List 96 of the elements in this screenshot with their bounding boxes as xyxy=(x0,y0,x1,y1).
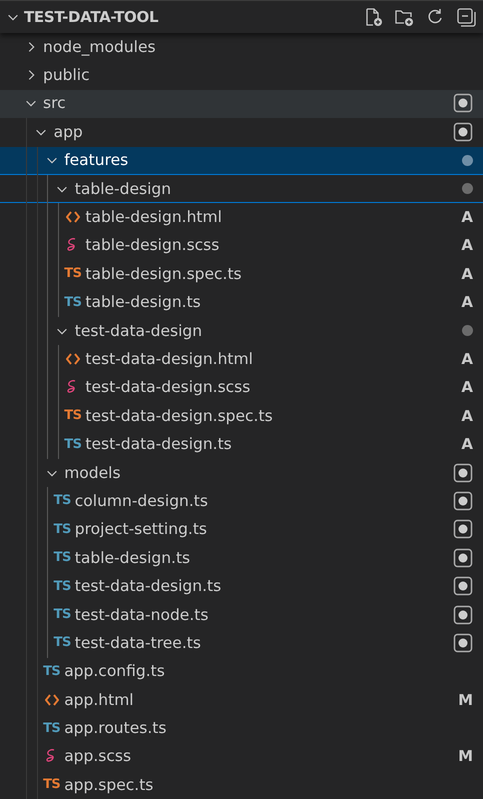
refresh-icon xyxy=(426,8,444,26)
modified-indicator-icon xyxy=(453,490,473,511)
file-name: table-design.ts xyxy=(85,293,202,312)
ts-icon: TS xyxy=(54,493,71,508)
file-name: test-data-design.scss xyxy=(85,378,252,396)
file-name: test-data-node.ts xyxy=(74,606,210,624)
file-name: table-design.spec.ts xyxy=(85,264,243,283)
project-title: TEST-DATA-TOOL xyxy=(24,8,160,26)
file-name: app.html xyxy=(64,690,135,709)
file-row[interactable]: TS test-data-tree.ts xyxy=(0,629,483,658)
file-name: test-data-tree.ts xyxy=(74,634,202,652)
modified-indicator-icon xyxy=(453,632,473,653)
file-name: test-data-design.ts xyxy=(85,435,233,454)
file-row[interactable]: TS test-data-design.ts xyxy=(0,572,483,601)
file-row[interactable]: table-design.scss A xyxy=(0,232,483,260)
modified-indicator-icon xyxy=(453,122,473,142)
ts-spec-icon: TS xyxy=(64,266,82,282)
collapse-all-icon xyxy=(456,7,476,27)
file-row[interactable]: app.scss M xyxy=(0,742,483,772)
file-name: table-design.ts xyxy=(74,548,192,567)
folder-name: features xyxy=(64,151,130,170)
folder-row[interactable]: models xyxy=(0,458,483,488)
git-status: A xyxy=(461,236,473,254)
ts-icon: TS xyxy=(54,522,71,537)
modified-indicator-icon xyxy=(453,548,473,568)
folder-name: public xyxy=(43,66,91,84)
ts-icon: TS xyxy=(54,607,71,622)
ts-icon: TS xyxy=(64,294,82,310)
file-name: table-design.scss xyxy=(85,236,220,254)
modified-indicator-icon xyxy=(453,93,473,114)
ts-icon: TS xyxy=(64,436,82,452)
git-status: M xyxy=(458,690,473,709)
file-row[interactable]: table-design.html A xyxy=(0,203,483,232)
git-status: A xyxy=(461,264,473,283)
file-row[interactable]: TS table-design.ts A xyxy=(0,288,483,317)
ts-spec-icon: TS xyxy=(43,777,60,792)
ts-icon: TS xyxy=(54,635,71,650)
file-name: test-data-design.html xyxy=(85,350,254,368)
folder-name: app xyxy=(54,122,84,141)
file-row[interactable]: TS project-setting.ts xyxy=(0,516,483,544)
file-row[interactable]: test-data-design.html A xyxy=(0,345,483,374)
file-name: project-setting.ts xyxy=(74,520,208,538)
code-brackets-icon xyxy=(66,352,80,365)
file-name: test-data-design.ts xyxy=(74,577,222,596)
git-status: A xyxy=(461,293,473,312)
folder-row[interactable]: features xyxy=(0,146,483,175)
file-row[interactable]: TS table-design.ts xyxy=(0,544,483,572)
folder-row[interactable]: table-design xyxy=(0,174,483,204)
modified-indicator-icon xyxy=(453,604,473,624)
folder-row[interactable]: node_modules xyxy=(0,33,483,62)
folder-row[interactable]: public xyxy=(0,61,483,90)
git-status: A xyxy=(461,378,473,396)
git-status: A xyxy=(461,406,473,425)
ts-icon: TS xyxy=(43,720,60,736)
file-row[interactable]: TS test-data-design.ts A xyxy=(0,430,483,459)
file-row[interactable]: TS test-data-design.spec.ts A xyxy=(0,402,483,430)
folder-name: src xyxy=(43,94,67,112)
dot-icon xyxy=(462,183,473,194)
file-name: table-design.html xyxy=(85,208,223,226)
modified-indicator-icon xyxy=(453,519,473,540)
folder-row[interactable]: app xyxy=(0,118,483,147)
ts-spec-icon: TS xyxy=(64,408,82,424)
code-brackets-icon xyxy=(66,211,80,224)
folder-name: node_modules xyxy=(43,38,157,56)
folder-row[interactable]: src xyxy=(0,90,483,118)
file-row[interactable]: test-data-design.scss A xyxy=(0,374,483,402)
file-name: app.routes.ts xyxy=(64,719,168,738)
git-status: A xyxy=(461,435,473,454)
ts-icon: TS xyxy=(43,664,60,679)
file-row[interactable]: TS column-design.ts xyxy=(0,487,483,516)
collapse-all-button[interactable] xyxy=(455,6,477,28)
file-row[interactable]: TS app.spec.ts xyxy=(0,771,483,799)
git-status: M xyxy=(458,747,473,766)
file-row[interactable]: app.html M xyxy=(0,686,483,714)
file-row[interactable]: TS test-data-node.ts xyxy=(0,600,483,630)
folder-row[interactable]: test-data-design xyxy=(0,316,483,346)
git-status: A xyxy=(461,208,473,226)
folder-name: models xyxy=(64,464,122,482)
file-name: column-design.ts xyxy=(74,492,209,510)
ts-icon: TS xyxy=(54,550,71,566)
dot-icon xyxy=(462,325,473,336)
file-name: app.config.ts xyxy=(64,662,166,680)
folder-name: test-data-design xyxy=(74,322,204,340)
file-name: app.scss xyxy=(64,747,132,766)
file-row[interactable]: TS app.routes.ts xyxy=(0,714,483,743)
file-name: test-data-design.spec.ts xyxy=(85,406,274,425)
file-row[interactable]: TS table-design.spec.ts A xyxy=(0,260,483,289)
modified-indicator-icon xyxy=(453,462,473,483)
ts-icon: TS xyxy=(54,578,71,594)
file-name: app.spec.ts xyxy=(64,776,154,794)
dot-icon xyxy=(462,154,473,166)
folder-name: table-design xyxy=(74,180,172,198)
code-brackets-icon xyxy=(44,694,59,706)
file-row[interactable]: TS app.config.ts xyxy=(0,658,483,686)
modified-indicator-icon xyxy=(453,576,473,596)
git-status: A xyxy=(461,350,473,368)
